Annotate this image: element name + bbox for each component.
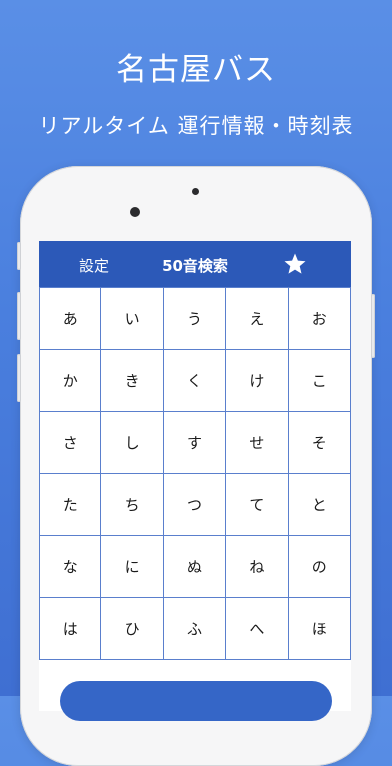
kana-key[interactable]: ふ <box>163 598 227 660</box>
promo-subtitle: リアルタイム 運行情報・時刻表 <box>38 114 354 138</box>
kana-key[interactable]: て <box>226 474 289 536</box>
kana-key[interactable]: ち <box>101 474 164 536</box>
phone-mute-switch <box>17 242 21 270</box>
kana-key[interactable]: な <box>39 536 102 598</box>
kana-key[interactable]: け <box>226 350 289 412</box>
kana-key[interactable]: く <box>163 350 227 412</box>
phone-speaker <box>192 188 199 195</box>
kana-key[interactable]: あ <box>39 288 102 350</box>
star-icon-glyph <box>284 253 306 274</box>
kana-key[interactable]: に <box>101 536 164 598</box>
phone-power-button <box>371 294 375 358</box>
bottom-action-button[interactable] <box>60 681 332 721</box>
kana-grid: あ い う え お か き く け こ さ し す せ そ た ち つ て と … <box>39 287 351 660</box>
kana-key[interactable]: せ <box>226 412 289 474</box>
app-screen: 設定 50音検索 あ い う え お か き く け こ さ し す せ そ た… <box>39 241 351 711</box>
kana-key[interactable]: た <box>39 474 102 536</box>
navigation-bar: 設定 50音検索 <box>39 241 351 287</box>
promo-title: 名古屋バス <box>116 52 276 88</box>
kana-key[interactable]: の <box>288 536 351 598</box>
kana-key[interactable]: ぬ <box>163 536 227 598</box>
kana-key[interactable]: え <box>226 288 289 350</box>
kana-key[interactable]: い <box>101 288 164 350</box>
kana-key[interactable]: ひ <box>101 598 164 660</box>
kana-key[interactable]: ほ <box>288 598 351 660</box>
kana-key[interactable]: お <box>288 288 351 350</box>
kana-key[interactable]: へ <box>226 598 289 660</box>
kana-key[interactable]: し <box>101 412 164 474</box>
kana-key[interactable]: か <box>39 350 102 412</box>
star-icon[interactable] <box>283 252 307 276</box>
kana-key[interactable]: ね <box>226 536 289 598</box>
phone-camera <box>130 207 140 217</box>
kana-key[interactable]: う <box>163 288 227 350</box>
kana-key[interactable]: こ <box>288 350 351 412</box>
kana-key[interactable]: さ <box>39 412 102 474</box>
kana-key[interactable]: き <box>101 350 164 412</box>
phone-volume-down-button <box>17 354 21 402</box>
kana-key[interactable]: と <box>288 474 351 536</box>
phone-volume-up-button <box>17 292 21 340</box>
kana-key[interactable]: そ <box>288 412 351 474</box>
kana-key[interactable]: す <box>163 412 227 474</box>
kana-key[interactable]: は <box>39 598 102 660</box>
kana-key[interactable]: つ <box>163 474 227 536</box>
